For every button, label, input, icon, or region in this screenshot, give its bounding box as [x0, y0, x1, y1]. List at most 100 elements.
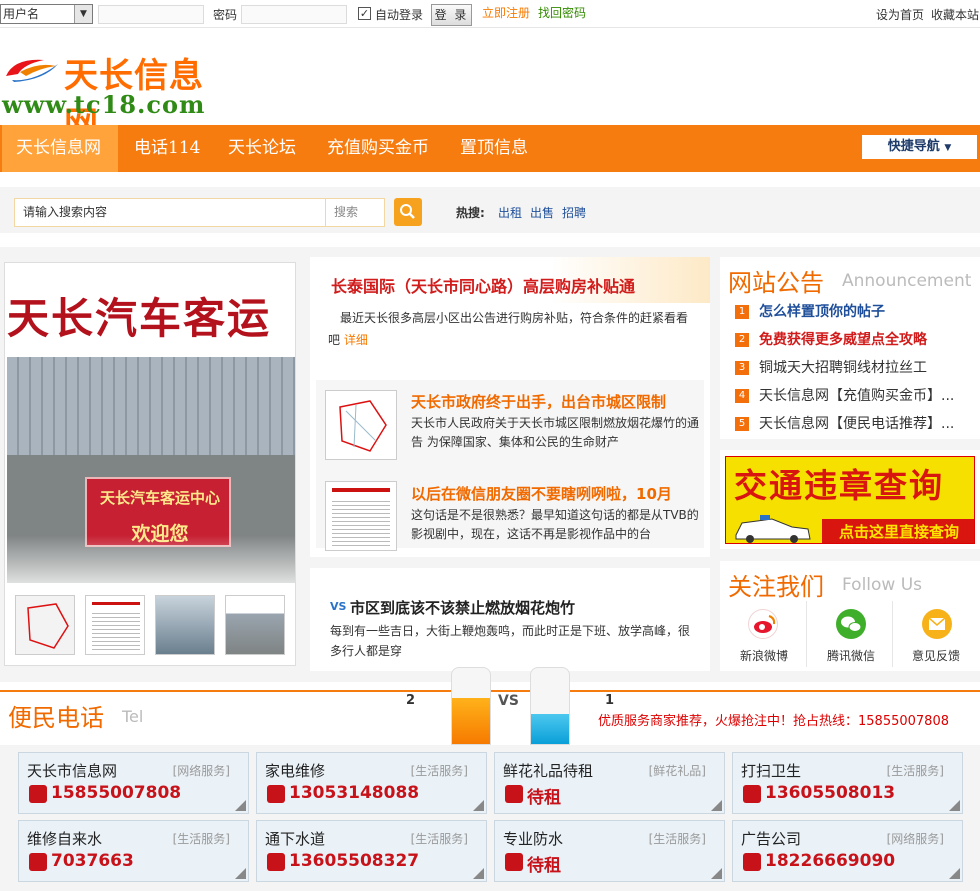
phone-card[interactable]: 家电维修 [生活服务] 13053148088 [256, 752, 487, 814]
mail-icon [928, 617, 946, 630]
quick-nav-button[interactable]: 快捷导航 ▼ [862, 135, 977, 159]
slide-fade [7, 535, 295, 583]
phone-card[interactable]: 专业防水 [生活服务] 待租 [494, 820, 725, 882]
phone-icon [743, 785, 761, 803]
headline-desc: 最近天长很多高层小区出公告进行购房补贴，符合条件的赶紧看看吧 详细 [328, 307, 698, 351]
card-name: 维修自来水 [27, 830, 103, 848]
image-slider: 天长汽车客运 天长汽车客运中心 欢迎您 [4, 262, 296, 666]
nav-decor [215, 118, 249, 125]
recover-password-link[interactable]: 找回密码 [538, 4, 586, 21]
vs-news-title[interactable]: 市区到底该不该禁止燃放烟花炮竹 [350, 597, 575, 618]
news-title[interactable]: 以后在微信朋友圈不要瞎咧咧啦，10月 [411, 483, 701, 504]
headline-more-link[interactable]: 详细 [344, 333, 368, 347]
vote-vs-label: VS [498, 693, 519, 709]
wechat-label[interactable]: 腾讯微信 [827, 647, 875, 664]
notice-text[interactable]: 怎么样置顶你的帖子 [759, 301, 969, 321]
phone-icon [29, 853, 47, 871]
slide-thumb-map[interactable] [15, 595, 75, 655]
slide-thumb-doc[interactable] [85, 595, 145, 655]
card-category: [生活服务] [648, 832, 706, 846]
phone-card[interactable]: 鲜花礼品待租 [鲜花礼品] 待租 [494, 752, 725, 814]
nav-item-recharge[interactable]: 充值购买金币 [327, 125, 429, 172]
phone-directory: 天长市信息网 [网络服务] 15855007808 家电维修 [生活服务] 13… [0, 745, 980, 891]
nav-decor [763, 118, 797, 125]
map-icon [339, 400, 387, 452]
card-phone: 待租 [527, 788, 561, 808]
main-nav: 天长信息网 电话114 天长论坛 充值购买金币 置顶信息 快捷导航 ▼ [0, 118, 980, 172]
traffic-violation-banner[interactable]: 交通违章查询 点击这里直接查询 [720, 450, 980, 549]
caret-down-icon: ▼ [944, 143, 952, 153]
card-phone: 18226669090 [765, 851, 896, 871]
slide-thumb-station[interactable] [225, 595, 285, 655]
auto-login-checkbox[interactable]: ✓ [358, 7, 371, 20]
vote-bar-left[interactable] [451, 667, 491, 745]
logo-swoosh-icon [6, 59, 58, 82]
password-input[interactable] [241, 5, 347, 24]
logo-url: www.tc18.com [2, 90, 206, 119]
nav-item-forum[interactable]: 天长论坛 [228, 125, 296, 172]
notice-text[interactable]: 天长信息网【便民电话推荐】... [759, 413, 969, 433]
vs-tag: VS [330, 600, 347, 613]
feedback-label[interactable]: 意见反馈 [912, 647, 960, 664]
bookmark-link[interactable]: 收藏本站 [931, 6, 979, 23]
phone-icon [505, 853, 523, 871]
notice-title: 网站公告 [728, 269, 824, 297]
building-facade [7, 357, 295, 457]
phone-card[interactable]: 维修自来水 [生活服务] 7037663 [18, 820, 249, 882]
nav-item-top-info[interactable]: 置顶信息 [460, 125, 528, 172]
phone-icon [267, 853, 285, 871]
card-category: [生活服务] [886, 764, 944, 778]
phone-card[interactable]: 打扫卫生 [生活服务] 13605508013 [732, 752, 963, 814]
notice-text[interactable]: 天长信息网【充值购买金币】... [759, 385, 969, 405]
card-name: 天长市信息网 [27, 762, 118, 780]
auto-login-label: 自动登录 [375, 8, 424, 22]
notice-text[interactable]: 铜城天大招聘铜线材拉丝工 [759, 357, 969, 377]
search-input[interactable]: 请输入搜索内容 [14, 198, 326, 227]
vote-fill-left [452, 698, 490, 744]
notice-num: 4 [735, 389, 749, 403]
hot-keyword[interactable]: 招聘 [562, 204, 586, 221]
vs-news-desc: 每到有一些吉日，大街上鞭炮轰鸣，而此时正是下班、放学高峰，很多行人都是穿 [330, 624, 691, 658]
weibo-icon[interactable] [748, 609, 778, 639]
site-logo[interactable]: 天长信息网 www.tc18.com [0, 44, 220, 145]
hot-keyword[interactable]: 出租 [498, 204, 522, 221]
banner-text: 天长汽车客运中心 [99, 489, 220, 507]
phone-title: 便民电话 [8, 704, 104, 732]
vote-bar-right[interactable] [530, 667, 570, 745]
hot-search-label: 热搜: [456, 206, 485, 220]
hot-keyword[interactable]: 出售 [530, 204, 554, 221]
slide-photo[interactable]: 天长汽车客运 天长汽车客运中心 欢迎您 [7, 265, 295, 583]
card-phone: 待租 [527, 856, 561, 876]
vote-count-left: 2 [406, 693, 416, 708]
phone-ad-text[interactable]: 优质服务商家推荐，火爆抢注中！抢占热线：15855007808 [598, 710, 949, 729]
notice-num: 5 [735, 417, 749, 431]
news-title[interactable]: 天长市政府终于出手，出台市城区限制 [411, 391, 701, 412]
headline-title[interactable]: 长泰国际（天长市同心路）高层购房补贴通 [331, 273, 635, 297]
news-desc: 天长市人民政府关于天长市城区限制燃放烟花爆竹的通告 为保障国家、集体和公民的生命… [411, 416, 700, 449]
phone-card[interactable]: 天长市信息网 [网络服务] 15855007808 [18, 752, 249, 814]
set-home-link[interactable]: 设为首页 [876, 6, 924, 23]
phone-card[interactable]: 通下水道 [生活服务] 13605508327 [256, 820, 487, 882]
news-thumb-doc [325, 481, 397, 551]
search-category-select[interactable]: 搜索 [325, 198, 385, 227]
wechat-icon[interactable] [836, 609, 866, 639]
slide-thumb-people[interactable] [155, 595, 215, 655]
search-button[interactable] [394, 198, 422, 226]
phone-card[interactable]: 广告公司 [网络服务] 18226669090 [732, 820, 963, 882]
weibo-label[interactable]: 新浪微博 [740, 647, 788, 664]
feedback-icon[interactable] [922, 609, 952, 639]
phone-icon [743, 853, 761, 871]
nav-item-phone[interactable]: 电话114 [134, 125, 200, 172]
username-input[interactable] [98, 5, 204, 24]
traffic-query-button[interactable]: 点击这里直接查询 [822, 519, 974, 543]
nav-item-home[interactable]: 天长信息网 [2, 125, 118, 172]
login-button[interactable]: 登 录 [431, 4, 472, 26]
headline-panel: 长泰国际（天长市同心路）高层购房补贴通 最近天长很多高层小区出公告进行购房补贴，… [310, 257, 710, 557]
register-link[interactable]: 立即注册 [482, 4, 530, 21]
station-sign-text: 天长汽车客运 [7, 294, 272, 343]
username-type-select[interactable]: 用户名 ▼ [0, 4, 93, 24]
phone-icon [267, 785, 285, 803]
phone-icon [29, 785, 47, 803]
notice-text[interactable]: 免费获得更多威望点全攻略 [759, 329, 969, 349]
phone-sub: Tel [122, 707, 144, 726]
